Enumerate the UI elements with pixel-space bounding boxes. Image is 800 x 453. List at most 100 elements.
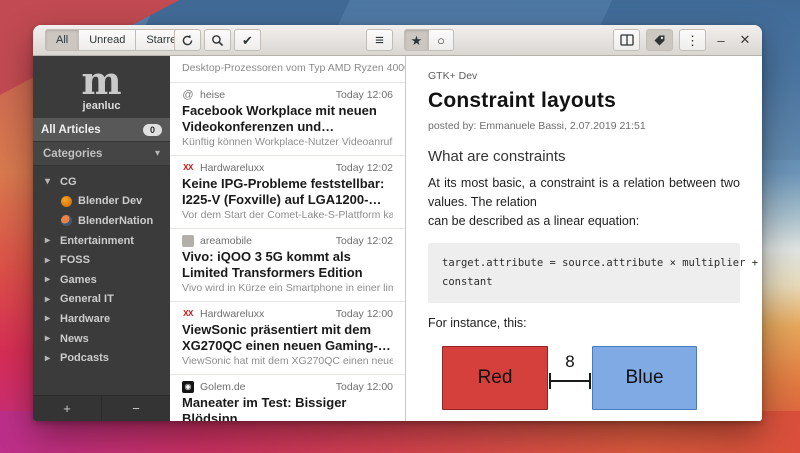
sidebar-item-blendernation[interactable]: BlenderNation [33,211,170,231]
sidebar-item-general-it[interactable]: ▸ General IT [33,290,170,310]
areamobile-favicon [182,235,194,247]
minimize-icon: – [717,32,725,48]
list-item[interactable]: ◉ Golem.de Today 12:00 Maneater im Test:… [170,375,405,421]
chevron-collapsed-icon[interactable]: ▸ [45,274,54,285]
code-block: target.attribute = source.attribute × mu… [428,243,758,303]
feed-tree: ▾ CG Blender Dev BlenderNation ▸ Enterta… [33,166,170,395]
chevron-collapsed-icon[interactable]: ▸ [45,294,54,305]
sidebar-item-cg[interactable]: ▾ CG [33,172,170,192]
category-label: Hardware [60,312,111,325]
diagram-blue-box: Blue [592,346,697,410]
chevron-down-icon: ▾ [154,148,160,159]
circle-icon: ○ [437,32,445,48]
refresh-icon [182,34,193,45]
filter-toggle-group: All Unread Starred [45,29,194,51]
chevron-collapsed-icon[interactable]: ▸ [45,353,54,364]
tag-icon [654,35,665,45]
article-time: Today 12:02 [335,235,393,247]
feed-name: heise [200,89,226,101]
sidebar-item-hardware[interactable]: ▸ Hardware [33,309,170,329]
article-title: Maneater im Test: Bissiger Blödsinn [182,395,347,421]
refresh-button[interactable] [174,29,201,51]
list-item[interactable]: areamobile Today 12:02 Vivo: iQOO 3 5G k… [170,229,405,302]
constraint-diagram: Red 8 Blue [428,346,740,421]
article-summary: Künftig können Workplace-Nutzer Videoanr… [182,136,393,148]
category-label: News [60,332,89,345]
category-label: Podcasts [60,352,109,365]
feedreader-window: All Unread Starred ✔ ≡ ★ ○ ⋮ – ✕ m jeanl… [33,25,762,421]
account-profile: m jeanluc [33,56,170,118]
article-title: Vivo: iQOO 3 5G kommt als Limited Transf… [182,249,363,280]
chevron-collapsed-icon[interactable]: ▸ [45,333,54,344]
service-logo: m [81,57,122,103]
main-area: m jeanluc All Articles 0 Categories ▾ ▾ … [33,56,762,421]
categories-header[interactable]: Categories ▾ [33,141,170,166]
filter-unread-button[interactable]: Unread [79,29,137,51]
sidebar-footer: + − [33,395,170,421]
heise-favicon: @ [182,89,194,101]
code-line: target.attribute = source.attribute × mu… [442,257,759,269]
close-button[interactable]: ✕ [736,29,754,51]
hardwareluxx-favicon: XX [183,163,193,172]
sidebar-item-all-articles[interactable]: All Articles 0 [33,118,170,141]
feed-label: Blender Dev [78,195,143,208]
filter-all-button[interactable]: All [45,29,80,51]
hardwareluxx-favicon: XX [183,309,193,318]
chevron-collapsed-icon[interactable]: ▸ [45,255,54,266]
list-item[interactable]: XX Hardwareluxx Today 12:00 ViewSonic pr… [170,302,405,375]
titlebar[interactable]: All Unread Starred ✔ ≡ ★ ○ ⋮ – ✕ [33,25,762,56]
article-paragraph: can be described as a linear equation: [428,214,640,228]
feed-name: Golem.de [200,381,246,393]
list-item[interactable]: @ heise Today 12:06 Facebook Workplace m… [170,83,405,156]
list-item[interactable]: XX Hardwareluxx Today 12:02 Keine IPG-Pr… [170,156,405,229]
sidebar-item-games[interactable]: ▸ Games [33,270,170,290]
article-time: Today 12:06 [335,89,393,101]
app-menu-button[interactable]: ⋮ [679,29,706,51]
mark-all-read-button[interactable]: ✔ [234,29,261,51]
sidebar-item-podcasts[interactable]: ▸ Podcasts [33,348,170,368]
article-state-group: ★ ○ [404,29,454,51]
diagram-red-box: Red [442,346,548,410]
code-line: constant [442,276,493,288]
article-heading: Constraint layouts [428,89,616,112]
article-summary: Vivo wird in Kürze ein Smartphone in ein… [182,282,393,294]
blendernation-icon [61,215,72,227]
sidebar-item-blender-dev[interactable]: Blender Dev [33,192,170,212]
article-byline: posted by: Emmanuele Bassi, 2.07.2019 21… [428,120,646,132]
star-article-button[interactable]: ★ [404,29,429,51]
golem-favicon: ◉ [182,381,194,393]
article-time: Today 12:00 [335,308,393,320]
sidebar-item-entertainment[interactable]: ▸ Entertainment [33,231,170,251]
remove-feed-button[interactable]: − [102,396,170,421]
all-articles-label: All Articles [41,123,101,136]
minimize-button[interactable]: – [712,29,730,51]
chevron-collapsed-icon[interactable]: ▸ [45,235,54,246]
article-time: Today 12:02 [335,162,393,174]
sidebar: m jeanluc All Articles 0 Categories ▾ ▾ … [33,56,170,421]
sidebar-item-foss[interactable]: ▸ FOSS [33,250,170,270]
chevron-expanded-icon[interactable]: ▾ [45,176,54,187]
add-feed-button[interactable]: + [33,396,102,421]
article-summary: Vor dem Start der Comet-Lake-S-Plattform… [182,209,393,221]
category-label: FOSS [60,254,90,267]
article-time: Today 12:00 [335,381,393,393]
tag-button[interactable] [646,29,673,51]
check-icon: ✔ [242,32,253,48]
article-title: ViewSonic präsentiert mit dem XG270QC ei… [182,322,378,353]
reader-view-button[interactable] [613,29,640,51]
feed-label: BlenderNation [78,214,154,227]
list-item-partial[interactable]: Desktop-Prozessoren vom Typ AMD Ryzen 40… [170,56,405,83]
list-menu-button[interactable]: ≡ [366,29,393,51]
feed-name: Hardwareluxx [200,308,265,320]
sidebar-item-news[interactable]: ▸ News [33,329,170,349]
chevron-collapsed-icon[interactable]: ▸ [45,313,54,324]
article-list[interactable]: Desktop-Prozessoren vom Typ AMD Ryzen 40… [170,56,405,421]
article-title: Keine IPG-Probleme feststellbar: I225-V … [182,176,385,207]
categories-label: Categories [43,147,103,160]
article-paragraph: For instance, this: [428,316,527,330]
hamburger-icon: ≡ [375,31,384,49]
feed-name: areamobile [200,235,252,247]
article-title: Facebook Workplace mit neuen Videokonfer… [182,103,377,134]
mark-unread-button[interactable]: ○ [429,29,454,51]
search-button[interactable] [204,29,231,51]
